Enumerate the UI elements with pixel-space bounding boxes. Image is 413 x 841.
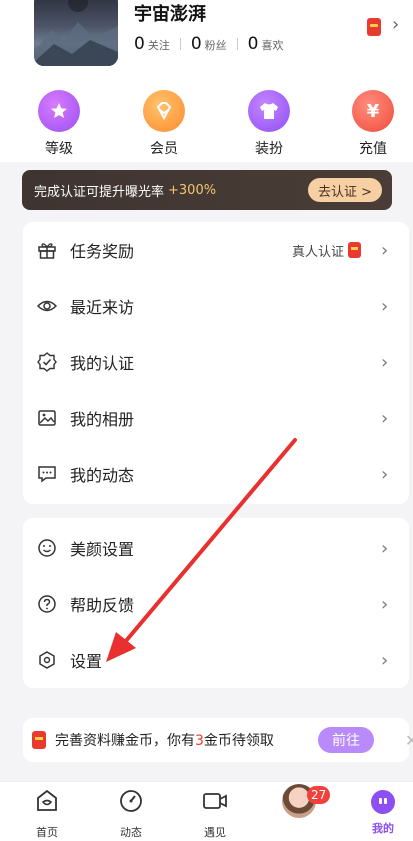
red-packet-icon	[32, 731, 46, 749]
menu-label: 美颜设置	[70, 540, 135, 559]
likes-count: 0	[247, 34, 259, 54]
menu-card-settings: 美颜设置 › 帮助反馈 › 设置 ›	[23, 518, 409, 688]
tab-label: 首页	[36, 826, 58, 839]
eye-icon	[37, 300, 57, 312]
menu-item-settings[interactable]: 设置 ›	[23, 632, 409, 688]
tab-label: 我的	[372, 822, 394, 835]
certification-banner[interactable]: 完成认证可提升曝光率 +300% 去认证 >	[22, 170, 392, 210]
help-icon	[38, 595, 56, 613]
coins-text-post: 金币待领取	[203, 733, 274, 749]
feature-dressup[interactable]: 装扮	[234, 90, 304, 158]
coins-text: 完善资料赚金币，你有3金币待领取	[55, 730, 274, 750]
chevron-right-icon: ›	[381, 463, 389, 485]
following-label: 关注	[147, 39, 170, 52]
profile-header: 宇宙澎湃 0 关注 0 粉丝 0 喜欢 ›	[0, 0, 413, 82]
banner-text: 完成认证可提升曝光率	[34, 184, 165, 200]
tab-label: 动态	[120, 826, 142, 839]
video-camera-icon	[203, 793, 227, 809]
shirt-icon	[248, 90, 290, 132]
feature-level[interactable]: 等级	[24, 90, 94, 158]
real-person-cert-tag: 真人认证	[292, 241, 361, 260]
menu-label: 我的动态	[70, 466, 135, 485]
coins-text-pre: 完善资料赚金币，你有	[55, 733, 195, 749]
menu-item-help-feedback[interactable]: 帮助反馈 ›	[23, 576, 409, 632]
menu-label: 设置	[70, 652, 103, 671]
feature-label: 充值	[359, 141, 387, 157]
badge-check-icon	[37, 352, 57, 372]
menu-item-recent-visitors[interactable]: 最近来访 ›	[23, 278, 409, 334]
menu-label: 帮助反馈	[70, 596, 135, 615]
menu-card-main: 任务奖励 真人认证 › 最近来访 › 我的认证 › 我的相册 › 我的动态 ›	[23, 222, 409, 504]
mine-icon	[371, 790, 395, 814]
gift-icon	[38, 243, 56, 259]
menu-item-my-certification[interactable]: 我的认证 ›	[23, 334, 409, 390]
yuan-icon: ¥	[352, 90, 394, 132]
red-packet-icon[interactable]	[367, 18, 381, 36]
extra-label: 真人认证	[291, 244, 344, 260]
feature-vip[interactable]: 会员	[129, 90, 199, 158]
go-button[interactable]: 前往	[318, 727, 374, 753]
diamond-icon	[143, 90, 185, 132]
stat-likes[interactable]: 0 喜欢	[248, 34, 284, 54]
home-icon	[37, 789, 57, 811]
hexagon-settings-icon	[39, 651, 55, 669]
menu-item-my-posts[interactable]: 我的动态 ›	[23, 446, 409, 502]
feature-label: 等级	[45, 141, 73, 157]
smile-icon	[38, 539, 56, 557]
stat-following[interactable]: 0 关注	[134, 34, 170, 54]
red-packet-icon	[348, 242, 361, 258]
chevron-right-icon: ›	[381, 407, 389, 429]
close-icon[interactable]: ✕	[405, 731, 413, 750]
profile-stats: 0 关注 0 粉丝 0 喜欢	[134, 34, 283, 54]
divider	[179, 38, 181, 50]
likes-label: 喜欢	[261, 39, 284, 52]
menu-label: 我的相册	[70, 410, 135, 429]
feature-label: 装扮	[255, 141, 283, 157]
tab-moments[interactable]: 动态	[101, 788, 161, 840]
chevron-right-icon[interactable]: ›	[392, 14, 399, 35]
stat-fans[interactable]: 0 粉丝	[191, 34, 227, 54]
menu-item-my-album[interactable]: 我的相册 ›	[23, 390, 409, 446]
tab-mine[interactable]: 我的	[353, 788, 413, 836]
image-icon	[38, 410, 56, 426]
chevron-right-icon: ›	[381, 593, 389, 615]
menu-item-beauty-settings[interactable]: 美颜设置 ›	[23, 520, 409, 576]
fans-count: 0	[190, 34, 202, 54]
star-icon	[38, 90, 80, 132]
coins-banner: 完善资料赚金币，你有3金币待领取 前往 ✕	[23, 718, 413, 762]
compass-icon	[120, 790, 142, 812]
chevron-right-icon: ›	[381, 537, 389, 559]
feature-recharge[interactable]: ¥ 充值	[338, 90, 408, 158]
fans-label: 粉丝	[204, 39, 227, 52]
menu-label: 我的认证	[70, 354, 135, 373]
menu-label: 任务奖励	[70, 242, 135, 261]
menu-label: 最近来访	[70, 298, 135, 317]
tab-meet[interactable]: 遇见	[185, 788, 245, 840]
menu-item-task-rewards[interactable]: 任务奖励 真人认证 ›	[23, 222, 409, 278]
chevron-right-icon: ›	[381, 239, 389, 261]
banner-percent: +300%	[168, 182, 217, 198]
following-count: 0	[134, 34, 145, 54]
coins-count: 3	[195, 733, 204, 749]
username: 宇宙澎湃	[134, 4, 206, 25]
tab-home[interactable]: 首页	[17, 788, 77, 840]
unread-badge: 27	[307, 786, 331, 804]
go-certify-button[interactable]: 去认证 >	[307, 178, 382, 202]
feature-row: 等级 会员 装扮 ¥ 充值	[0, 82, 413, 162]
profile-avatar[interactable]	[34, 0, 118, 66]
tab-label: 遇见	[204, 826, 226, 839]
bottom-tab-bar: 首页 动态 遇见 我的	[0, 781, 413, 841]
divider	[236, 38, 238, 50]
feature-label: 会员	[150, 141, 178, 157]
chevron-right-icon: ›	[381, 295, 389, 317]
chevron-right-icon: ›	[381, 649, 389, 671]
message-icon	[38, 466, 56, 483]
chevron-right-icon: ›	[381, 351, 389, 373]
